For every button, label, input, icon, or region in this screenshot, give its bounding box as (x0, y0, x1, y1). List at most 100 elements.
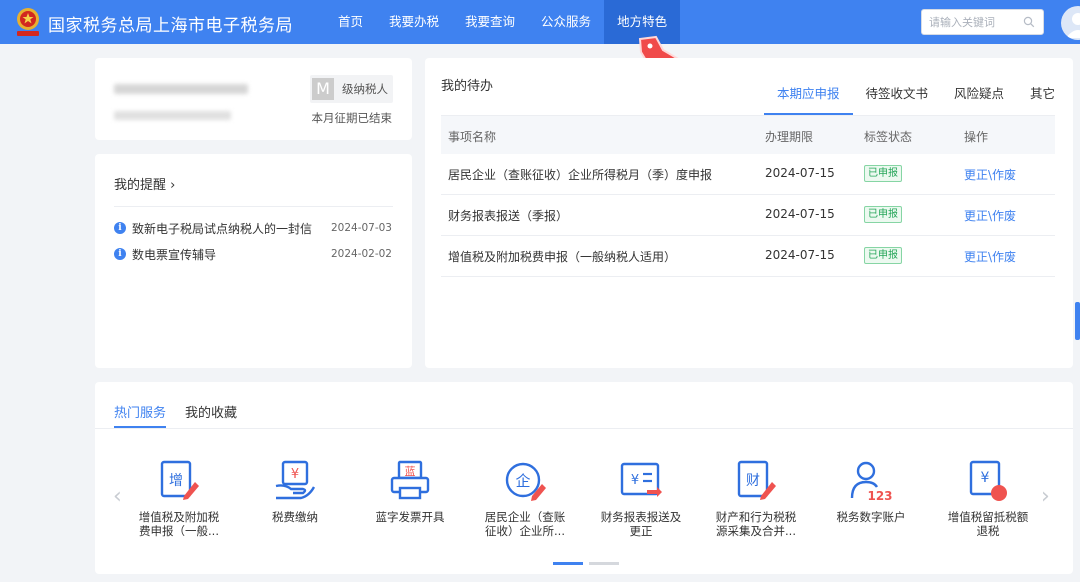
carousel-prev-icon[interactable]: ‹ (113, 484, 122, 509)
top-header: 国家税务总局上海市电子税务局 首页 我要办税 我要查询 公众服务 地方特色 (0, 0, 1080, 44)
nav-home[interactable]: 首页 (325, 0, 376, 44)
status-badge: 已申报 (864, 206, 902, 223)
reminder-item-date: 2024-02-02 (330, 248, 392, 260)
reminder-item-text[interactable]: 致新电子税局试点纳税人的一封信 (132, 220, 312, 237)
item-name: 居民企业（查账征收）企业所得税月（季）度申报 (448, 168, 713, 182)
service-tabs: 热门服务 我的收藏 (114, 402, 256, 428)
service-label: 财产和行为税税 源采集及合并... (715, 510, 797, 538)
tab-hot-services[interactable]: 热门服务 (114, 402, 167, 428)
user-icon (1066, 13, 1080, 38)
user-avatar[interactable] (1061, 6, 1080, 40)
service-label: 增值税及附加税 费申报（一般... (138, 510, 220, 538)
service-label: 增值税留抵税额 退税 (947, 510, 1029, 538)
correct-void-link[interactable]: 更正\作废 (964, 166, 1016, 183)
chevron-right-icon: › (170, 178, 176, 193)
hot-services-card: 热门服务 我的收藏 ‹ › 增 增值税及附加税 费申报（一般... ¥ 税费缴纳 … (95, 382, 1073, 574)
svg-text:财: 财 (746, 473, 760, 489)
site-title[interactable]: 国家税务总局上海市电子税务局 (48, 11, 293, 36)
invoice-print-icon: 蓝 (390, 460, 430, 500)
service-enterprise-income-tax[interactable]: 企 居民企业（查账 征收）企业所... (477, 460, 573, 538)
digital-account-icon: 123 (850, 461, 893, 502)
service-label: 财务报表报送及 更正 (600, 510, 682, 538)
reminder-title[interactable]: 我的提醒 › (114, 174, 175, 193)
redacted-company-name (114, 84, 248, 94)
taxpayer-profile-card: M 级纳税人 本月征期已结束 (95, 58, 412, 140)
redacted-tax-id (114, 111, 231, 120)
svg-text:¥: ¥ (981, 470, 990, 486)
info-icon: i (114, 222, 126, 234)
column-header: 事项名称 (448, 130, 497, 144)
table-row: 增值税及附加税费申报（一般纳税人适用） 2024-07-15 已申报 更正\作废 (441, 236, 1055, 277)
tab-pending-documents[interactable]: 待签收文书 (853, 85, 942, 115)
service-label: 税费缴纳 (272, 510, 318, 524)
nav-handle-tax[interactable]: 我要办税 (376, 0, 452, 44)
item-name: 增值税及附加税费申报（一般纳税人适用） (448, 250, 677, 264)
financial-report-icon: ¥ (620, 462, 662, 497)
svg-text:123: 123 (867, 489, 892, 502)
reminder-item-text[interactable]: 数电票宣传辅导 (132, 246, 216, 263)
service-vat-refund[interactable]: ¥ 增值税留抵税额 退税 (940, 460, 1036, 538)
divider (114, 206, 393, 207)
enterprise-tax-icon: 企 (505, 462, 546, 501)
level-letter: M (312, 78, 334, 100)
tab-current-declaration[interactable]: 本期应申报 (764, 85, 853, 115)
item-deadline: 2024-07-15 (765, 166, 835, 180)
todo-card: 我的待办 本期应申报 待签收文书 风险疑点 其它 事项名称 办理期限 标签状态 … (425, 58, 1073, 368)
carousel-pagination (553, 562, 625, 565)
reminder-item: i 致新电子税局试点纳税人的一封信 2024-07-03 (114, 218, 392, 238)
column-header: 标签状态 (864, 130, 913, 144)
level-text: 级纳税人 (342, 82, 388, 96)
nav-public-service[interactable]: 公众服务 (528, 0, 604, 44)
reminder-item: i 数电票宣传辅导 2024-02-02 (114, 244, 392, 264)
column-header: 操作 (964, 130, 989, 144)
todo-title: 我的待办 (441, 79, 494, 94)
reminder-card: 我的提醒 › i 致新电子税局试点纳税人的一封信 2024-07-03 i 数电… (95, 154, 412, 368)
table-row: 财务报表报送（季报） 2024-07-15 已申报 更正\作废 (441, 195, 1055, 236)
item-deadline: 2024-07-15 (765, 248, 835, 262)
correct-void-link[interactable]: 更正\作废 (964, 207, 1016, 224)
tab-my-favorites[interactable]: 我的收藏 (185, 402, 237, 428)
service-invoice-issue[interactable]: 蓝 蓝字发票开具 (362, 460, 458, 524)
side-float-icon[interactable] (1073, 300, 1080, 342)
table-row: 居民企业（查账征收）企业所得税月（季）度申报 2024-07-15 已申报 更正… (441, 154, 1055, 195)
search-icon[interactable] (1023, 16, 1035, 28)
vat-refund-icon: ¥ (969, 460, 1007, 501)
period-status: 本月征期已结束 (311, 111, 393, 125)
carousel-dot[interactable] (589, 562, 619, 565)
tab-other[interactable]: 其它 (1017, 85, 1068, 115)
info-icon: i (114, 248, 126, 260)
service-financial-report[interactable]: ¥ 财务报表报送及 更正 (593, 460, 689, 538)
service-digital-account[interactable]: 123 税务数字账户 (823, 460, 919, 524)
service-label: 蓝字发票开具 (375, 510, 445, 524)
service-label: 居民企业（查账 征收）企业所... (484, 510, 566, 538)
status-badge: 已申报 (864, 247, 902, 264)
service-tax-payment[interactable]: ¥ 税费缴纳 (247, 460, 343, 524)
search-box (921, 9, 1044, 35)
service-label: 税务数字账户 (836, 510, 906, 524)
divider (95, 428, 1073, 429)
svg-text:¥: ¥ (631, 473, 639, 488)
tax-bureau-emblem-icon (17, 8, 39, 36)
tab-risk-doubts[interactable]: 风险疑点 (941, 85, 1017, 115)
service-property-tax[interactable]: 财 财产和行为税税 源采集及合并... (708, 460, 804, 538)
tax-payment-icon: ¥ (275, 460, 316, 500)
svg-text:企: 企 (515, 472, 530, 490)
service-vat-declare[interactable]: 增 增值税及附加税 费申报（一般... (131, 460, 227, 538)
property-tax-icon: 财 (737, 460, 776, 500)
status-badge: 已申报 (864, 165, 902, 182)
carousel-dot[interactable] (553, 562, 583, 565)
nav-query[interactable]: 我要查询 (452, 0, 528, 44)
main-nav: 首页 我要办税 我要查询 公众服务 地方特色 (325, 0, 681, 44)
svg-text:增: 增 (169, 473, 183, 489)
carousel-next-icon[interactable]: › (1041, 484, 1050, 509)
taxpayer-level-badge: M 级纳税人 (310, 75, 393, 103)
item-name: 财务报表报送（季报） (448, 209, 569, 223)
correct-void-link[interactable]: 更正\作废 (964, 248, 1016, 265)
todo-tabs: 本期应申报 待签收文书 风险疑点 其它 (764, 85, 1068, 115)
table-header: 事项名称 办理期限 标签状态 操作 (441, 115, 1055, 154)
search-input[interactable] (922, 10, 1018, 34)
item-deadline: 2024-07-15 (765, 207, 835, 221)
svg-text:蓝: 蓝 (405, 465, 416, 478)
column-header: 办理期限 (765, 130, 814, 144)
reminder-item-date: 2024-07-03 (330, 222, 392, 234)
